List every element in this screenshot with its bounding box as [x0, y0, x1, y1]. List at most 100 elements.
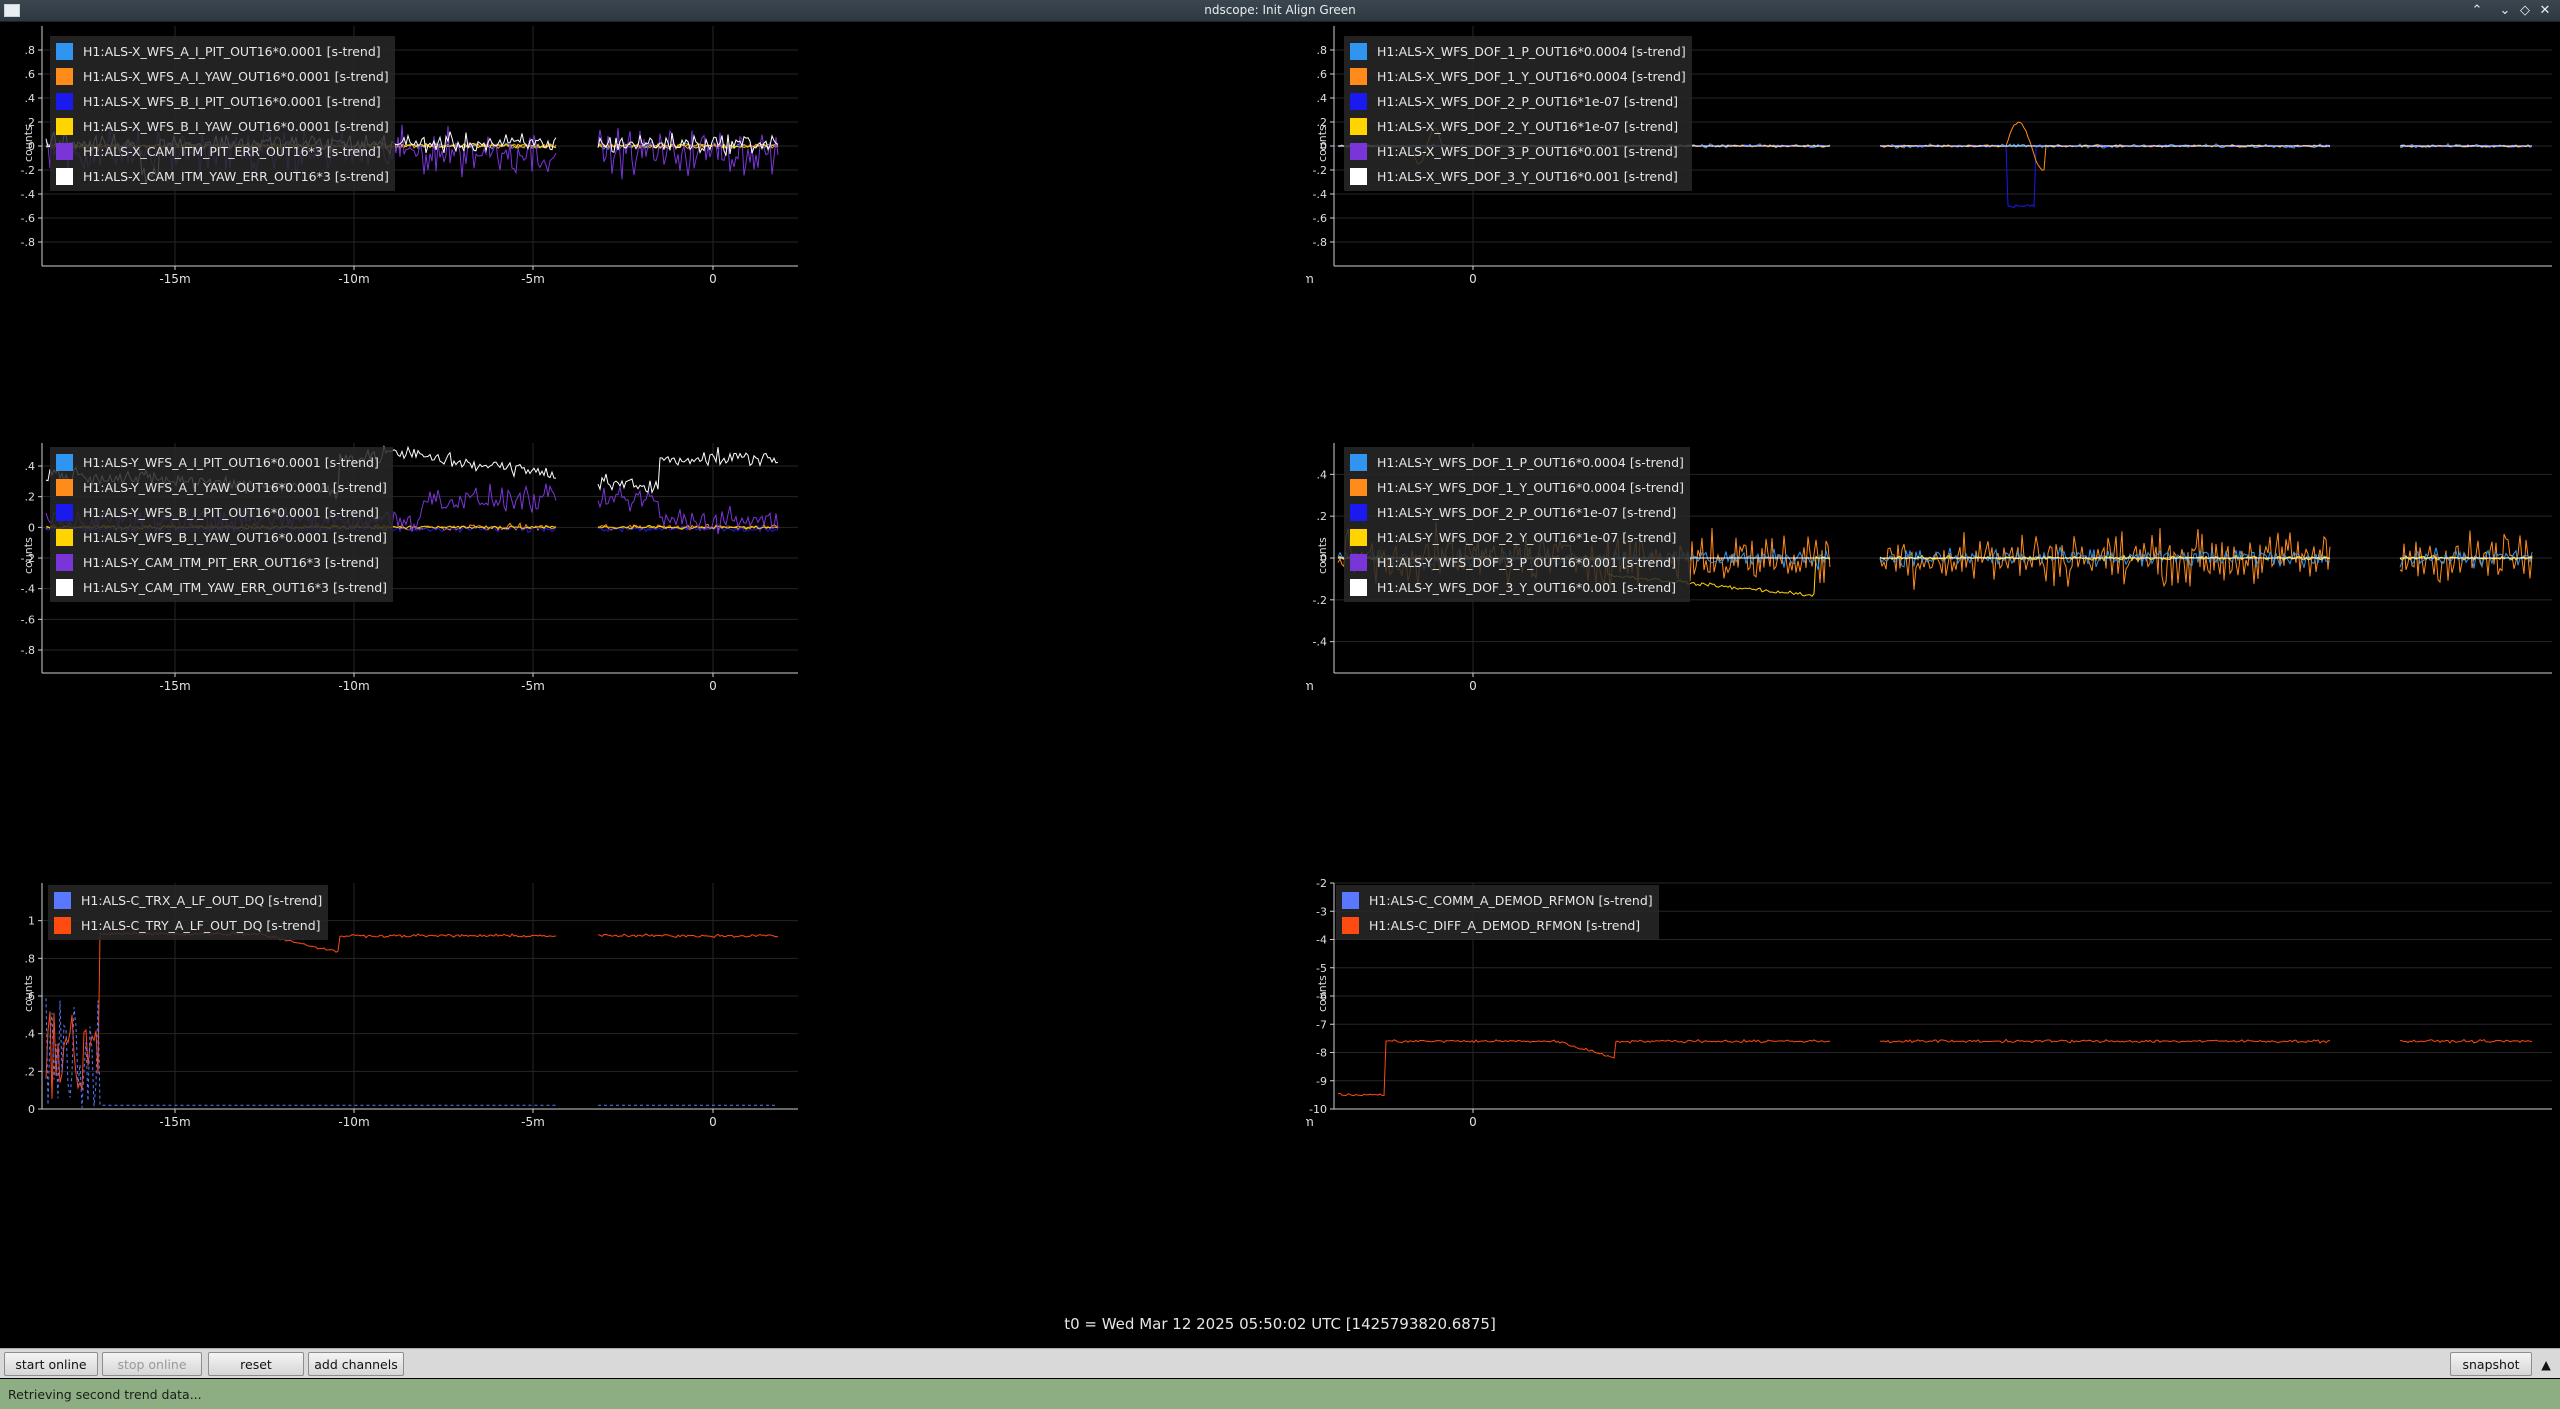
legend-swatch[interactable] — [1350, 68, 1367, 85]
plot-als-x-wfs[interactable]: .8.6.4.2 0 -.2 -.4 -.6 -.8 -15m -10m -5m 0 H1:ALS-… — [0, 22, 1306, 437]
x-tick-label: -10m — [338, 679, 369, 693]
legend-entry[interactable]: H1:ALS-X_WFS_A_I_PIT_OUT16*0.0001 [s-tre… — [56, 39, 389, 64]
legend-swatch[interactable] — [56, 93, 73, 110]
plot-legend[interactable]: H1:ALS-X_WFS_DOF_1_P_OUT16*0.0004 [s-tre… — [1344, 36, 1692, 191]
legend-swatch[interactable] — [1350, 168, 1367, 185]
legend-entry[interactable]: H1:ALS-Y_WFS_A_I_YAW_OUT16*0.0001 [s-tre… — [56, 475, 387, 500]
trace-line — [1337, 1038, 2533, 1097]
t0-label: t0 = Wed Mar 12 2025 05:50:02 UTC [14257… — [1064, 1315, 1496, 1333]
legend-entry[interactable]: H1:ALS-X_WFS_DOF_1_Y_OUT16*0.0004 [s-tre… — [1350, 64, 1686, 89]
legend-entry[interactable]: H1:ALS-C_COMM_A_DEMOD_RFMON [s-trend] — [1342, 888, 1653, 913]
legend-entry[interactable]: H1:ALS-C_TRY_A_LF_OUT_DQ [s-trend] — [54, 913, 322, 938]
y-tick-label: .6 — [25, 68, 36, 81]
legend-swatch[interactable] — [1350, 43, 1367, 60]
legend-entry[interactable]: H1:ALS-Y_WFS_DOF_3_Y_OUT16*0.001 [s-tren… — [1350, 575, 1684, 600]
legend-swatch[interactable] — [56, 454, 73, 471]
y-tick-label: -.8 — [1313, 236, 1327, 249]
minimize-button[interactable]: ⌄ — [2496, 2, 2514, 20]
legend-swatch[interactable] — [56, 479, 73, 496]
legend-swatch[interactable] — [56, 143, 73, 160]
plot-als-c-rfmon[interactable]: -2-3-4-5-6-7-8-9-10-15m-10m-5m0H1:ALS-C_… — [1306, 877, 2560, 1302]
status-bar: Retrieving second trend data... — [0, 1379, 2560, 1409]
legend-entry[interactable]: H1:ALS-X_CAM_ITM_PIT_ERR_OUT16*3 [s-tren… — [56, 139, 389, 164]
legend-entry[interactable]: H1:ALS-Y_CAM_ITM_PIT_ERR_OUT16*3 [s-tren… — [56, 550, 387, 575]
plot-legend[interactable]: H1:ALS-Y_WFS_DOF_1_P_OUT16*0.0004 [s-tre… — [1344, 447, 1691, 602]
collapse-panel-icon[interactable]: ▲ — [2536, 1352, 2556, 1376]
close-button[interactable]: ✕ — [2536, 2, 2554, 20]
legend-entry[interactable]: H1:ALS-X_WFS_DOF_3_Y_OUT16*0.001 [s-tren… — [1350, 164, 1686, 189]
legend-entry[interactable]: H1:ALS-X_WFS_DOF_1_P_OUT16*0.0004 [s-tre… — [1350, 39, 1686, 64]
legend-swatch[interactable] — [1350, 529, 1367, 546]
legend-entry[interactable]: H1:ALS-X_WFS_DOF_2_Y_OUT16*1e-07 [s-tren… — [1350, 114, 1686, 139]
plot-als-y-wfs-dof[interactable]: .4.20-.2-.4-15m-10m-5m0H1:ALS-Y_WFS_DOF_… — [1306, 437, 2560, 877]
legend-entry[interactable]: H1:ALS-Y_WFS_DOF_2_Y_OUT16*1e-07 [s-tren… — [1350, 525, 1684, 550]
plot-legend[interactable]: H1:ALS-Y_WFS_A_I_PIT_OUT16*0.0001 [s-tre… — [50, 447, 394, 602]
legend-swatch[interactable] — [1350, 93, 1367, 110]
reset-button[interactable]: reset — [208, 1352, 304, 1376]
x-tick-label: -15m — [159, 272, 190, 286]
legend-entry[interactable]: H1:ALS-Y_WFS_DOF_3_P_OUT16*0.001 [s-tren… — [1350, 550, 1684, 575]
add-channels-button[interactable]: add channels — [308, 1352, 404, 1376]
legend-swatch[interactable] — [1342, 917, 1359, 934]
legend-entry[interactable]: H1:ALS-C_TRX_A_LF_OUT_DQ [s-trend] — [54, 888, 322, 913]
legend-label: H1:ALS-Y_WFS_B_I_PIT_OUT16*0.0001 [s-tre… — [83, 505, 379, 520]
maximize-button[interactable]: ◇ — [2516, 2, 2534, 20]
legend-swatch[interactable] — [1350, 554, 1367, 571]
stop-online-button[interactable]: stop online — [102, 1352, 202, 1376]
legend-swatch[interactable] — [56, 118, 73, 135]
legend-entry[interactable]: H1:ALS-Y_WFS_DOF_2_P_OUT16*1e-07 [s-tren… — [1350, 500, 1684, 525]
legend-entry[interactable]: H1:ALS-Y_WFS_A_I_PIT_OUT16*0.0001 [s-tre… — [56, 450, 387, 475]
legend-swatch[interactable] — [56, 504, 73, 521]
legend-entry[interactable]: H1:ALS-C_DIFF_A_DEMOD_RFMON [s-trend] — [1342, 913, 1653, 938]
x-tick-label: 0 — [1469, 1115, 1477, 1129]
legend-swatch[interactable] — [1350, 143, 1367, 160]
snapshot-button[interactable]: snapshot — [2450, 1352, 2532, 1376]
legend-swatch[interactable] — [56, 168, 73, 185]
legend-label: H1:ALS-Y_WFS_DOF_1_P_OUT16*0.0004 [s-tre… — [1377, 455, 1684, 470]
legend-entry[interactable]: H1:ALS-Y_WFS_B_I_PIT_OUT16*0.0001 [s-tre… — [56, 500, 387, 525]
legend-entry[interactable]: H1:ALS-Y_CAM_ITM_YAW_ERR_OUT16*3 [s-tren… — [56, 575, 387, 600]
legend-swatch[interactable] — [56, 68, 73, 85]
x-tick-label: 0 — [1469, 679, 1477, 693]
y-tick-label: .4 — [25, 92, 36, 105]
legend-entry[interactable]: H1:ALS-Y_WFS_B_I_YAW_OUT16*0.0001 [s-tre… — [56, 525, 387, 550]
legend-swatch[interactable] — [56, 579, 73, 596]
legend-swatch[interactable] — [1350, 454, 1367, 471]
legend-entry[interactable]: H1:ALS-X_CAM_ITM_YAW_ERR_OUT16*3 [s-tren… — [56, 164, 389, 189]
legend-entry[interactable]: H1:ALS-Y_WFS_DOF_1_P_OUT16*0.0004 [s-tre… — [1350, 450, 1684, 475]
legend-swatch[interactable] — [1350, 504, 1367, 521]
legend-entry[interactable]: H1:ALS-X_WFS_DOF_3_P_OUT16*0.001 [s-tren… — [1350, 139, 1686, 164]
keep-above-button[interactable]: ⌃ — [2468, 2, 2486, 20]
legend-swatch[interactable] — [56, 554, 73, 571]
x-tick-label: 0 — [709, 1115, 717, 1129]
window-titlebar: ndscope: Init Align Green ⌃ ⌄ ◇ ✕ — [0, 0, 2560, 22]
legend-swatch[interactable] — [56, 43, 73, 60]
plot-canvas[interactable]: 1.8.6.4.20-15m -10m -5m 0 — [0, 877, 1306, 1302]
plot-als-c-transmission[interactable]: 1.8.6.4.2 0 -15m -10m -5m 0 H1:ALS-C_TRX_A_LF_… — [0, 877, 1306, 1302]
legend-swatch[interactable] — [1350, 118, 1367, 135]
legend-entry[interactable]: H1:ALS-X_WFS_A_I_YAW_OUT16*0.0001 [s-tre… — [56, 64, 389, 89]
plot-canvas[interactable]: -2-3-4-5-6-7-8-9-10-15m-10m-5m0 — [1306, 877, 2560, 1302]
legend-swatch[interactable] — [56, 529, 73, 546]
legend-entry[interactable]: H1:ALS-X_WFS_DOF_2_P_OUT16*1e-07 [s-tren… — [1350, 89, 1686, 114]
y-axis-label: counts — [22, 975, 35, 1012]
status-text: Retrieving second trend data... — [8, 1387, 202, 1402]
plot-legend[interactable]: H1:ALS-C_COMM_A_DEMOD_RFMON [s-trend] H1:… — [1336, 885, 1659, 940]
plot-als-x-wfs-dof[interactable]: .8.6.4.20-.2-.4-.6-.8-15m-10m-5m0H1:ALS-… — [1306, 22, 2560, 437]
legend-swatch[interactable] — [54, 892, 71, 909]
legend-swatch[interactable] — [1350, 479, 1367, 496]
plot-legend[interactable]: H1:ALS-X_WFS_A_I_PIT_OUT16*0.0001 [s-tre… — [50, 36, 395, 191]
plot-als-y-wfs[interactable]: .4.2 0 -.2 -.4 -.6 -.8 -15m -10m -5m 0 H1:ALS-Y_WF… — [0, 437, 1306, 877]
y-tick-label: -4 — [1316, 934, 1327, 947]
x-tick-label: 0 — [709, 272, 717, 286]
legend-entry[interactable]: H1:ALS-X_WFS_B_I_PIT_OUT16*0.0001 [s-tre… — [56, 89, 389, 114]
legend-swatch[interactable] — [1350, 579, 1367, 596]
legend-label: H1:ALS-Y_WFS_DOF_3_P_OUT16*0.001 [s-tren… — [1377, 555, 1676, 570]
legend-entry[interactable]: H1:ALS-X_WFS_B_I_YAW_OUT16*0.0001 [s-tre… — [56, 114, 389, 139]
start-online-button[interactable]: start online — [4, 1352, 98, 1376]
plot-legend[interactable]: H1:ALS-C_TRX_A_LF_OUT_DQ [s-trend] H1:ALS… — [48, 885, 329, 940]
legend-label: H1:ALS-X_CAM_ITM_PIT_ERR_OUT16*3 [s-tren… — [83, 144, 381, 159]
legend-swatch[interactable] — [54, 917, 71, 934]
legend-entry[interactable]: H1:ALS-Y_WFS_DOF_1_Y_OUT16*0.0004 [s-tre… — [1350, 475, 1684, 500]
legend-swatch[interactable] — [1342, 892, 1359, 909]
